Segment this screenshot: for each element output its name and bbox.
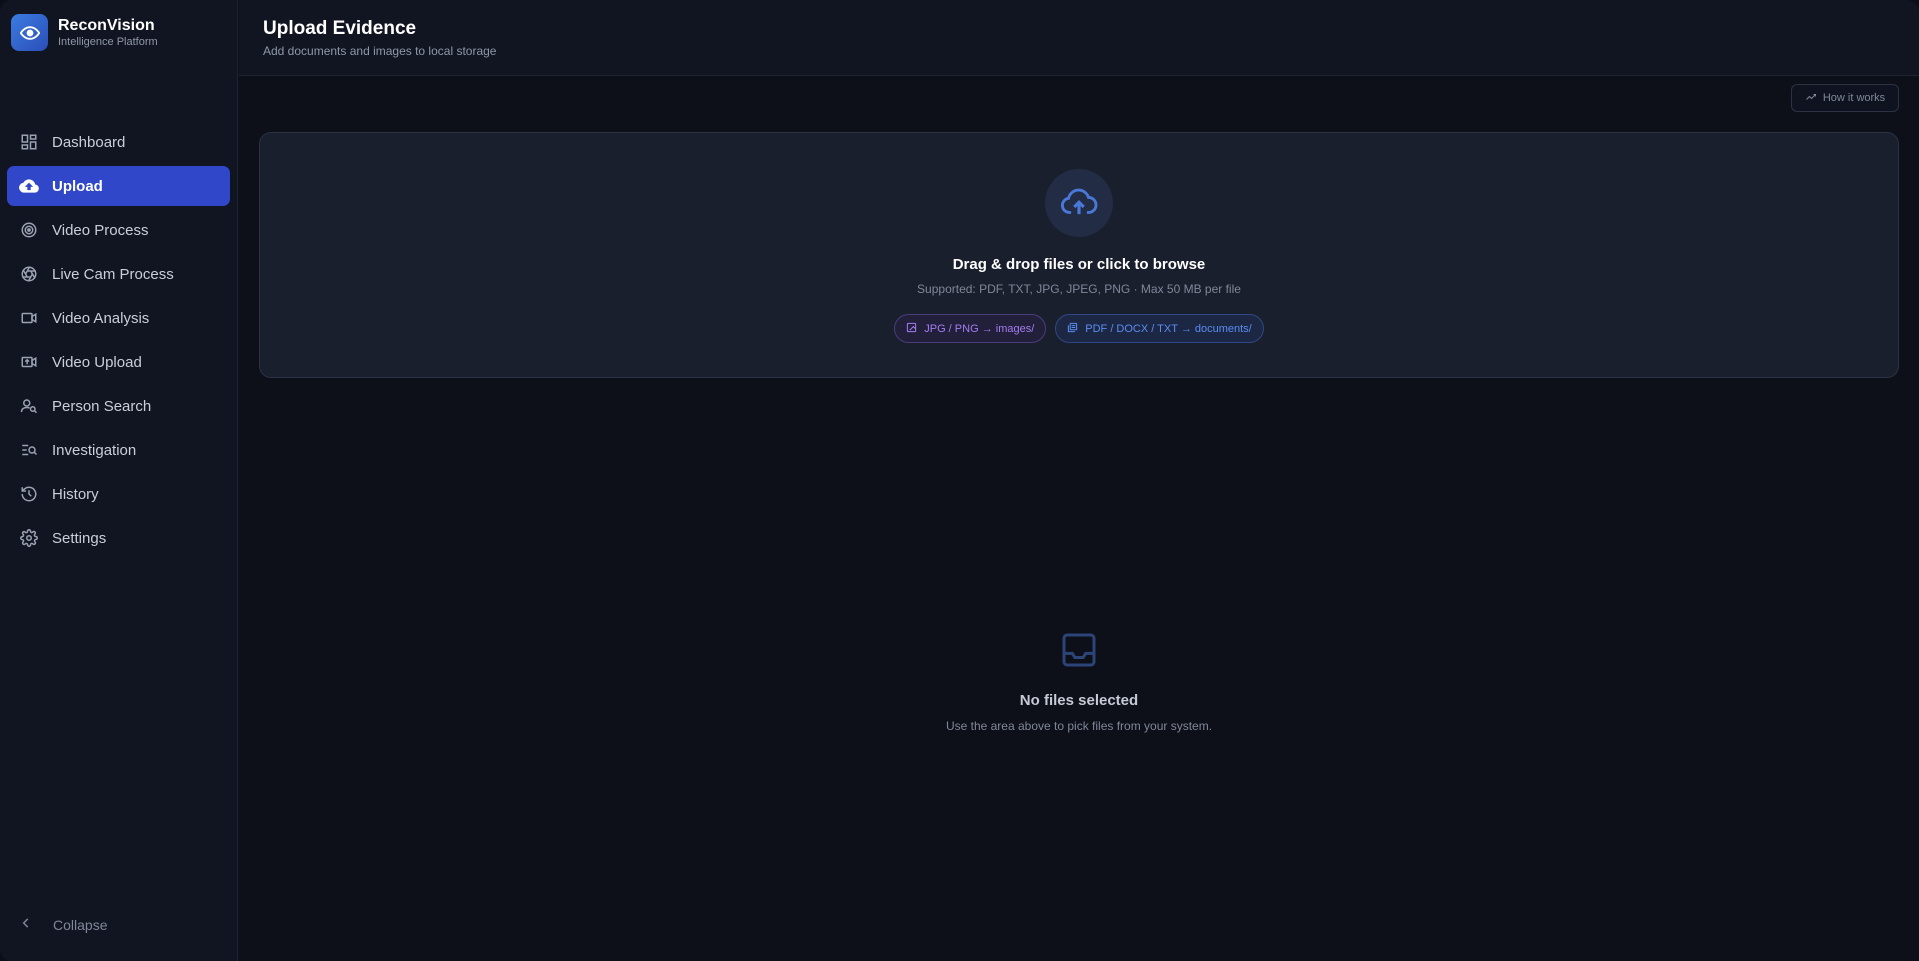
sidebar-item-label: Video Analysis <box>52 309 150 327</box>
cloud-upload-icon <box>19 176 39 196</box>
sidebar-item-settings[interactable]: Settings <box>7 518 230 558</box>
sidebar-item-history[interactable]: History <box>7 474 230 514</box>
inbox-icon <box>1059 630 1099 670</box>
list-search-icon <box>19 440 39 460</box>
collapse-button[interactable]: Collapse <box>19 916 107 933</box>
documents-chip-label: PDF / DOCX / TXT → documents/ <box>1085 322 1252 335</box>
sidebar-item-label: Video Process <box>52 221 149 239</box>
sidebar-item-dashboard[interactable]: Dashboard <box>7 122 230 162</box>
sidebar-item-label: Person Search <box>52 397 152 415</box>
person-search-icon <box>19 396 39 416</box>
sidebar-item-label: Live Cam Process <box>52 265 174 283</box>
brand[interactable]: ReconVision Intelligence Platform <box>11 14 158 51</box>
target-icon <box>19 220 39 240</box>
empty-state-title: No files selected <box>1019 692 1139 709</box>
gear-icon <box>19 528 39 548</box>
empty-state-subtitle: Use the area above to pick files from yo… <box>945 719 1213 733</box>
cloud-upload-icon <box>1045 169 1113 237</box>
brand-name: ReconVision <box>58 17 155 34</box>
video-camera-icon <box>19 308 39 328</box>
documents-destination-chip: PDF / DOCX / TXT → documents/ <box>1055 314 1264 343</box>
sidebar: ReconVision Intelligence Platform Dashbo… <box>0 0 238 961</box>
image-icon <box>906 322 917 336</box>
sidebar-item-investigation[interactable]: Investigation <box>7 430 230 470</box>
file-dropzone[interactable]: Drag & drop files or click to browse Sup… <box>259 132 1899 378</box>
how-it-works-button[interactable]: How it works <box>1791 84 1899 112</box>
sidebar-item-label: History <box>52 485 99 503</box>
collapse-label: Collapse <box>53 916 108 933</box>
images-destination-chip: JPG / PNG → images/ <box>894 314 1047 343</box>
dropzone-title: Drag & drop files or click to browse <box>952 256 1206 273</box>
sidebar-item-video-process[interactable]: Video Process <box>7 210 230 250</box>
page-title: Upload Evidence <box>263 18 417 39</box>
chevron-left-icon <box>19 916 33 933</box>
sidebar-item-live-cam-process[interactable]: Live Cam Process <box>7 254 230 294</box>
app-window: ReconVision Intelligence Platform Dashbo… <box>0 0 1919 961</box>
eye-icon <box>11 14 48 51</box>
sidebar-item-video-upload[interactable]: Video Upload <box>7 342 230 382</box>
dashboard-icon <box>19 132 39 152</box>
sidebar-item-upload[interactable]: Upload <box>7 166 230 206</box>
sidebar-item-label: Upload <box>52 177 103 195</box>
page-subtitle: Add documents and images to local storag… <box>263 44 497 58</box>
how-it-works-label: How it works <box>1822 92 1886 104</box>
aperture-icon <box>19 264 39 284</box>
sidebar-nav: Dashboard Upload Video Process Live Cam … <box>7 122 230 562</box>
video-upload-icon <box>19 352 39 372</box>
sidebar-item-label: Video Upload <box>52 353 142 371</box>
sidebar-item-label: Dashboard <box>52 133 126 151</box>
sidebar-item-label: Investigation <box>52 441 137 459</box>
sidebar-item-person-search[interactable]: Person Search <box>7 386 230 426</box>
destination-chips: JPG / PNG → images/ PDF / DOCX / TXT → d… <box>260 314 1898 343</box>
page-header: Upload Evidence Add documents and images… <box>239 0 1919 76</box>
trend-icon <box>1805 91 1817 106</box>
sidebar-item-video-analysis[interactable]: Video Analysis <box>7 298 230 338</box>
sidebar-item-label: Settings <box>52 529 107 547</box>
history-icon <box>19 484 39 504</box>
documents-icon <box>1067 322 1078 336</box>
dropzone-supported-formats: Supported: PDF, TXT, JPG, JPEG, PNG · Ma… <box>917 282 1241 296</box>
images-chip-label: JPG / PNG → images/ <box>924 322 1035 335</box>
brand-subtitle: Intelligence Platform <box>58 36 158 48</box>
